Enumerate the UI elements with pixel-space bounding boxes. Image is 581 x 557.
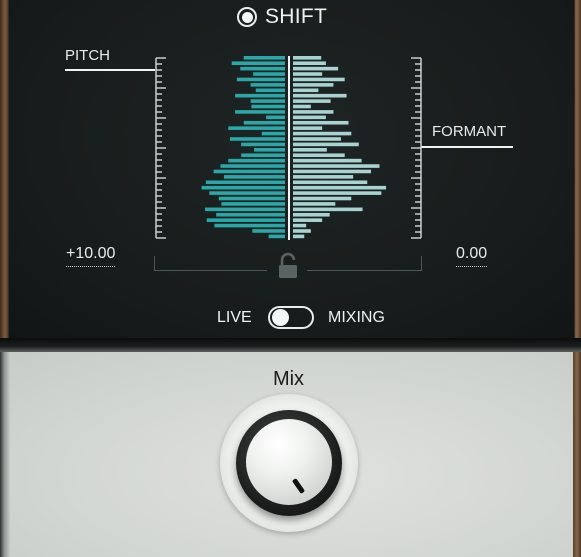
formant-bar (293, 218, 323, 222)
formant-bar (293, 175, 354, 179)
formant-bar (293, 56, 322, 60)
formant-bar (293, 185, 387, 190)
formant-bar (293, 223, 307, 228)
pitch-bar (252, 229, 285, 233)
formant-bar (293, 234, 305, 239)
formant-bar (293, 126, 323, 130)
link-bracket-right (307, 256, 422, 271)
pitch-bar (250, 99, 285, 103)
formant-bar (293, 212, 330, 217)
formant-bar (293, 202, 336, 206)
pitch-bar (205, 207, 285, 212)
pitch-bar (235, 110, 285, 114)
panel-divider (0, 338, 581, 352)
pitch-bar (218, 196, 285, 201)
formant-bar (293, 180, 368, 185)
formant-bar (293, 191, 382, 195)
pitch-bar (214, 223, 285, 228)
formant-bar (293, 115, 326, 120)
formant-bar (293, 93, 347, 98)
formant-value[interactable]: 0.00 (456, 245, 488, 267)
unlocked-padlock-icon[interactable] (277, 252, 301, 280)
pitch-bar (229, 137, 285, 141)
toggle-knob (272, 309, 289, 326)
pitch-bar (216, 212, 285, 217)
formant-bar (293, 61, 326, 66)
pitch-bar (213, 169, 285, 174)
pitch-bar (236, 77, 285, 82)
formant-bar (293, 207, 363, 212)
formant-bar (293, 229, 311, 233)
formant-bar (293, 110, 334, 114)
mix-label-row: Mix (0, 368, 581, 391)
live-label: LIVE (217, 309, 252, 326)
mix-label: Mix (272, 368, 305, 390)
pitch-bar (251, 104, 285, 109)
formant-bar (293, 77, 345, 82)
link-bracket-left (154, 256, 267, 271)
formant-bar (293, 153, 345, 158)
formant-bar (293, 137, 341, 141)
formant-bar (293, 169, 372, 174)
pitch-bar (243, 120, 285, 125)
pitch-bar (266, 115, 285, 120)
formant-bar (293, 196, 352, 201)
formant-bar (293, 120, 349, 125)
formant-bar (293, 131, 352, 136)
pitch-bar (250, 83, 285, 87)
formant-bar (293, 142, 359, 147)
pitch-bar (223, 175, 285, 179)
formant-bar (293, 88, 319, 93)
pitch-bar (261, 131, 285, 136)
pitch-bar (253, 72, 285, 76)
pitch-bar (228, 126, 285, 130)
pitch-bar (228, 158, 285, 163)
formant-bar (293, 66, 339, 71)
formant-bar (293, 148, 327, 152)
pitch-bar (209, 191, 285, 195)
formant-bar (293, 72, 323, 76)
pitch-bar (220, 164, 285, 168)
pitch-bar (206, 218, 285, 222)
pitch-bar (268, 234, 285, 239)
pitch-bar (255, 88, 285, 93)
pitch-bar (241, 142, 285, 147)
pitch-bar (205, 180, 285, 185)
formant-bar (293, 164, 380, 168)
formant-bar (293, 99, 331, 103)
pitch-bar (201, 185, 285, 190)
pitch-bar (231, 61, 285, 66)
pitch-bar (235, 93, 285, 98)
mix-knob-cap[interactable] (246, 419, 332, 505)
pitch-bar (240, 66, 285, 71)
pitch-value[interactable]: +10.00 (66, 245, 116, 267)
formant-bar (293, 104, 311, 109)
mixing-label: MIXING (328, 309, 385, 326)
pitch-bar (241, 153, 285, 158)
pitch-bar (254, 148, 285, 152)
pitch-bar (243, 56, 285, 60)
formant-bar (293, 83, 334, 87)
formant-bar (293, 158, 362, 163)
live-mixing-toggle[interactable] (268, 306, 314, 329)
pitch-bar (221, 202, 285, 206)
